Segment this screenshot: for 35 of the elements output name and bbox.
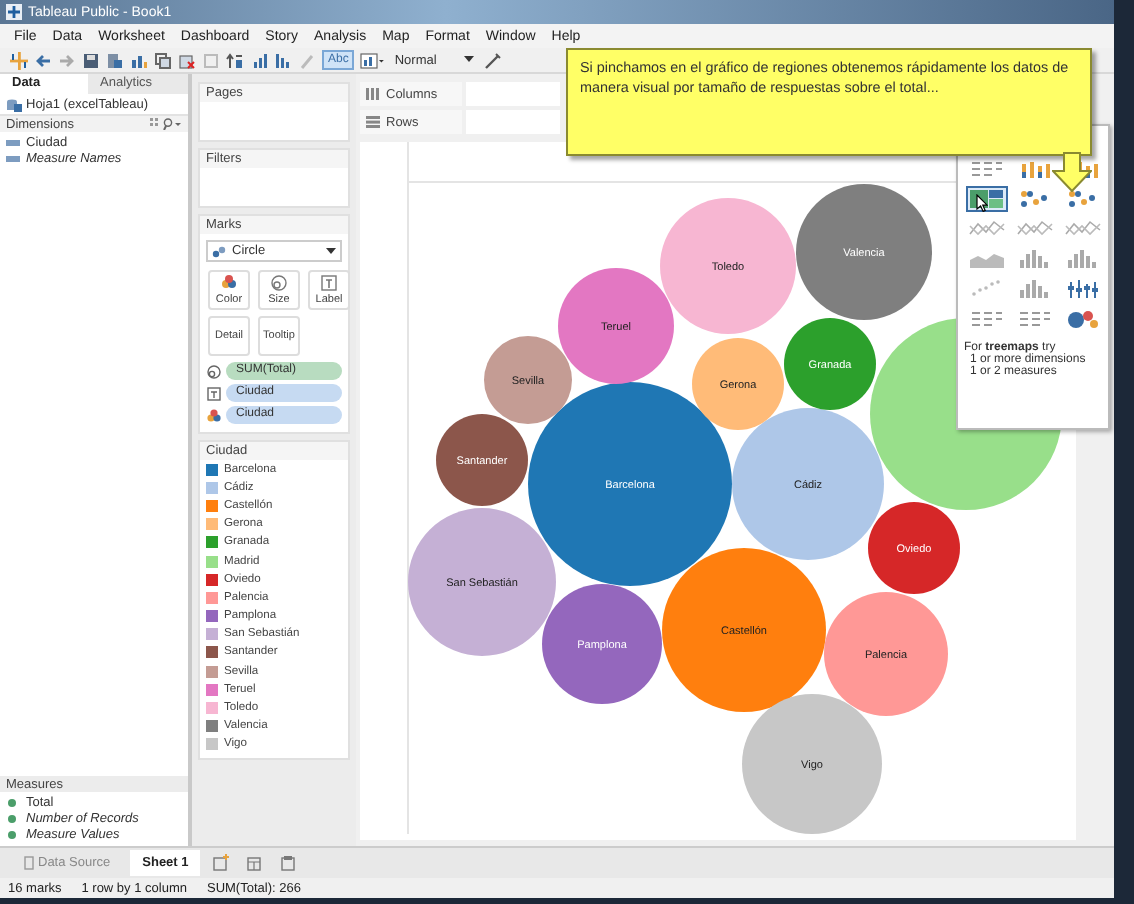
clear-sheet-icon[interactable] <box>178 51 196 69</box>
duplicate-icon[interactable] <box>154 51 172 69</box>
color-icon <box>220 274 238 292</box>
color-icon <box>206 407 222 423</box>
new-sheet-icon[interactable] <box>212 854 231 872</box>
chart-icon[interactable] <box>130 51 148 69</box>
dropdown-caret-icon <box>326 247 336 255</box>
cursor-icon <box>976 194 988 212</box>
fit-icon[interactable] <box>360 51 385 69</box>
logo-icon[interactable] <box>10 51 28 69</box>
size-icon <box>270 274 288 292</box>
back-arrow-icon[interactable] <box>34 51 52 69</box>
data-source-icon <box>6 97 22 111</box>
swap-icon[interactable] <box>226 51 244 69</box>
pane-tools-icon[interactable] <box>150 118 182 130</box>
label-icon <box>320 274 338 292</box>
new-dashboard-icon[interactable] <box>246 854 265 872</box>
shapes-icon <box>212 245 226 257</box>
box-plot-icon[interactable] <box>1062 276 1104 302</box>
dropdown-caret-icon <box>464 56 475 64</box>
columns-icon <box>366 88 380 100</box>
pen-icon[interactable] <box>484 51 503 69</box>
text-table-icon[interactable] <box>966 306 1008 332</box>
sort-descending-icon[interactable] <box>274 51 292 69</box>
text-table-icon[interactable] <box>1014 306 1056 332</box>
size-icon <box>206 363 222 379</box>
app-icon <box>6 4 22 20</box>
page-icon <box>24 856 34 870</box>
label-icon <box>206 385 222 401</box>
rows-icon <box>366 116 380 128</box>
new-story-icon[interactable] <box>280 854 299 872</box>
database-icon[interactable] <box>106 51 124 69</box>
bubble-chart-icon[interactable] <box>1062 306 1104 332</box>
save-icon[interactable] <box>82 51 100 69</box>
sort-ascending-icon[interactable] <box>250 51 268 69</box>
